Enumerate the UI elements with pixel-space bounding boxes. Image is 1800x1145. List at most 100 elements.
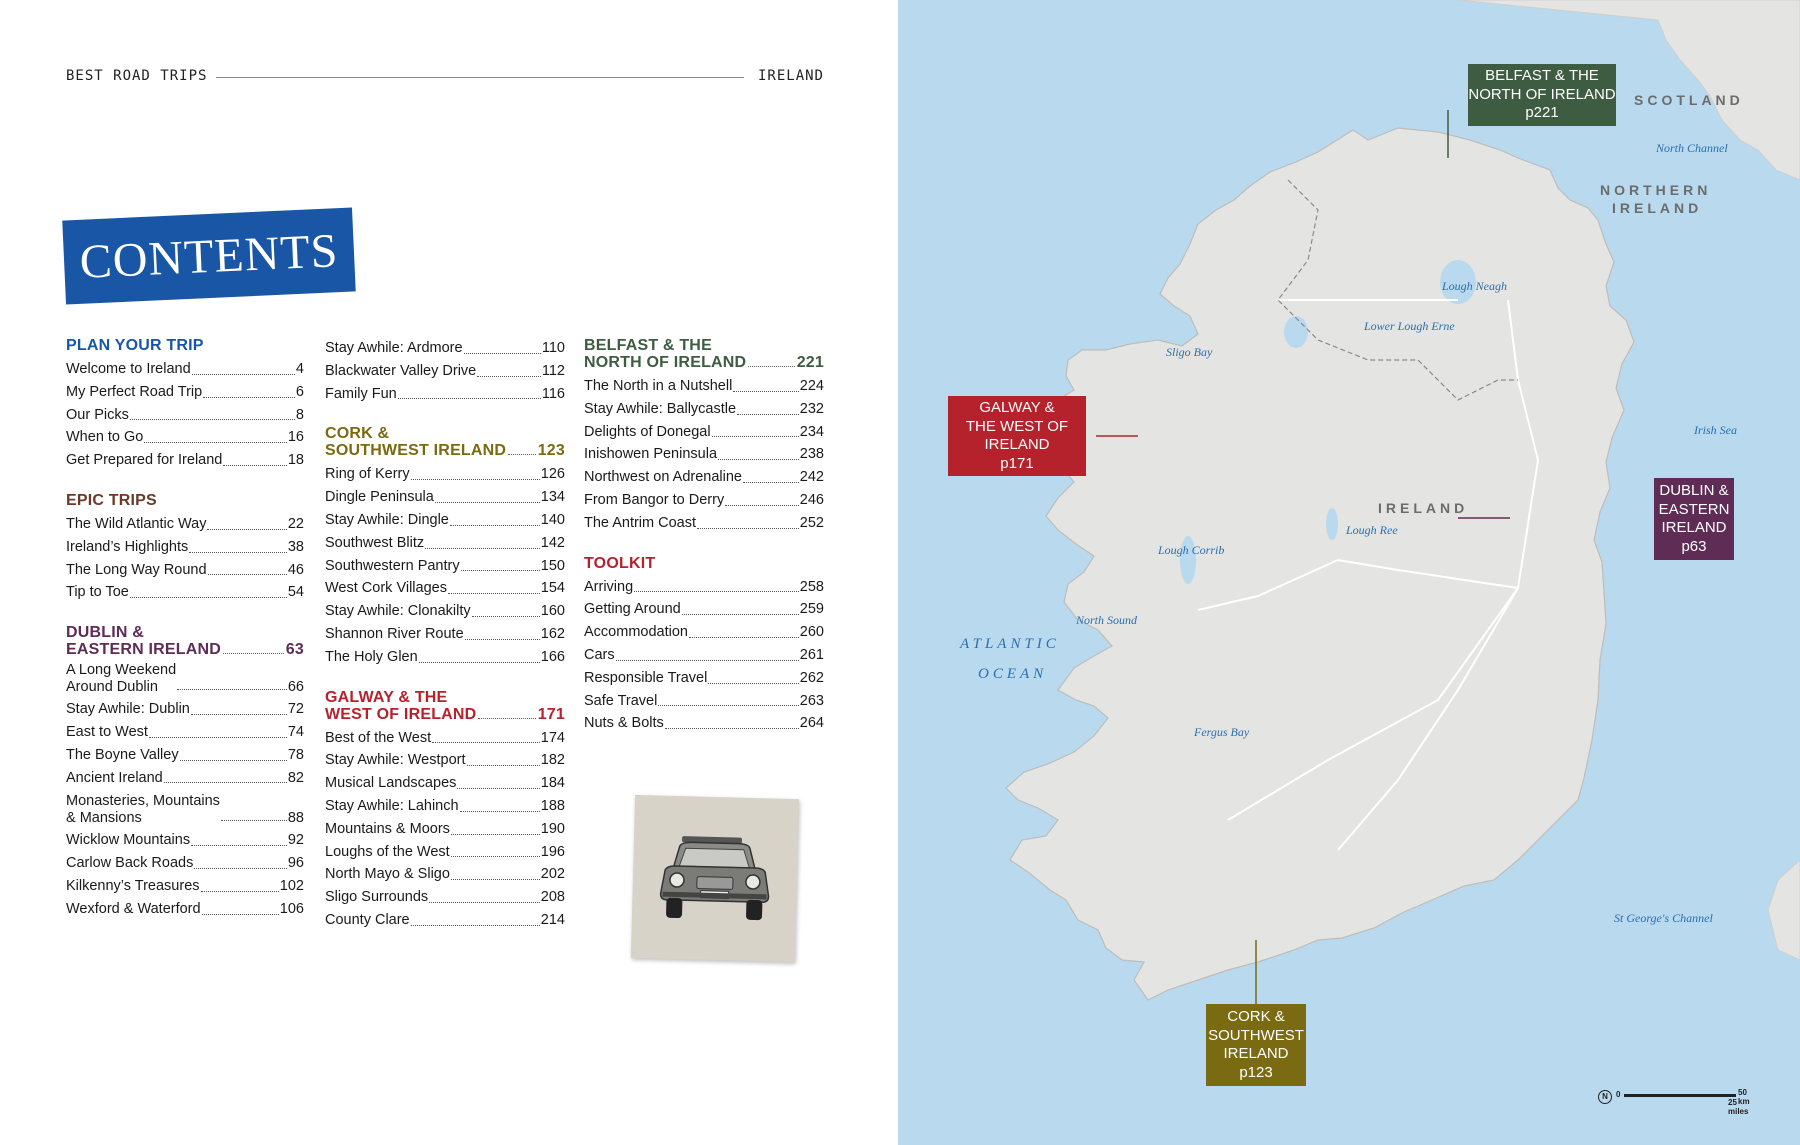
dot-leader bbox=[711, 436, 799, 438]
scale-zero: 0 bbox=[1616, 1090, 1621, 1099]
dot-leader bbox=[425, 547, 540, 549]
dot-leader bbox=[450, 856, 540, 858]
toc-entry[interactable]: Blackwater Valley Drive 112 bbox=[325, 360, 565, 383]
dot-leader bbox=[223, 464, 287, 466]
toc-entry[interactable]: Monasteries, Mountains & Mansions 88 bbox=[66, 793, 304, 827]
toc-entry-title: Wicklow Mountains bbox=[66, 832, 191, 849]
toc-entry[interactable]: Ring of Kerry 126 bbox=[325, 463, 565, 486]
dot-leader bbox=[681, 614, 799, 616]
toc-entry[interactable]: The Antrim Coast 252 bbox=[584, 512, 824, 535]
toc-page-number: 96 bbox=[287, 855, 304, 872]
toc-entry[interactable]: Southwestern Pantry 150 bbox=[325, 555, 565, 578]
toc-entry[interactable]: Cars 261 bbox=[584, 644, 824, 667]
toc-page-number: 126 bbox=[540, 466, 565, 483]
toc-entry-title: Shannon River Route bbox=[325, 625, 464, 642]
toc-entry[interactable]: Sligo Surrounds 208 bbox=[325, 886, 565, 909]
toc-entry[interactable]: Stay Awhile: Ballycastle 232 bbox=[584, 398, 824, 421]
toc-entry[interactable]: Carlow Back Roads 96 bbox=[66, 852, 304, 875]
label-ireland: IRELAND bbox=[1378, 500, 1469, 516]
toc-entry[interactable]: Wexford & Waterford 106 bbox=[66, 898, 304, 921]
section-page-number: 171 bbox=[537, 705, 565, 723]
toc-entry[interactable]: Wicklow Mountains 92 bbox=[66, 829, 304, 852]
toc-entry[interactable]: Accommodation 260 bbox=[584, 621, 824, 644]
toc-entry[interactable]: Mountains & Moors 190 bbox=[325, 818, 565, 841]
toc-entry[interactable]: Stay Awhile: Dublin 72 bbox=[66, 698, 304, 721]
toc-page-number: 78 bbox=[287, 746, 304, 763]
callout-belfast-text: BELFAST & THE NORTH OF IRELAND p221 bbox=[1468, 67, 1616, 122]
toc-page-number: 196 bbox=[540, 843, 565, 860]
toc-entry[interactable]: Responsible Travel 262 bbox=[584, 667, 824, 690]
toc-entry[interactable]: East to West 74 bbox=[66, 721, 304, 744]
water-lough-corrib: Lough Corrib bbox=[1158, 543, 1225, 557]
dot-leader bbox=[163, 782, 287, 784]
toc-entry[interactable]: Shannon River Route 162 bbox=[325, 623, 565, 646]
toc-page-number: 188 bbox=[540, 797, 565, 814]
dot-leader bbox=[459, 810, 540, 812]
toc-entry[interactable]: Welcome to Ireland 4 bbox=[66, 358, 304, 381]
toc-page-number: 82 bbox=[287, 769, 304, 786]
toc-entry[interactable]: Northwest on Adrenaline 242 bbox=[584, 466, 824, 489]
toc-entry[interactable]: When to Go 16 bbox=[66, 426, 304, 449]
toc-entry[interactable]: Safe Travel 263 bbox=[584, 690, 824, 713]
toc-entry[interactable]: North Mayo & Sligo 202 bbox=[325, 863, 565, 886]
toc-entry[interactable]: Family Fun 116 bbox=[325, 383, 565, 406]
toc-entry[interactable]: Best of the West 174 bbox=[325, 727, 565, 750]
dot-leader bbox=[748, 366, 795, 367]
toc-page-number: 116 bbox=[541, 385, 565, 402]
dot-leader bbox=[223, 653, 284, 655]
toc-page-number: 259 bbox=[799, 601, 824, 618]
toc-page-number: 263 bbox=[799, 692, 824, 709]
section-heading-text: BELFAST & THE NORTH OF IRELAND bbox=[584, 337, 747, 371]
toc-entry[interactable]: Arriving 258 bbox=[584, 576, 824, 599]
running-head: BEST ROAD TRIPS IRELAND bbox=[66, 68, 824, 88]
toc-entry[interactable]: My Perfect Road Trip 6 bbox=[66, 381, 304, 404]
dot-leader bbox=[189, 551, 287, 553]
toc-entry-title: A Long Weekend Around Dublin bbox=[66, 662, 177, 696]
toc-entry[interactable]: The Long Way Round 46 bbox=[66, 559, 304, 582]
toc-entry[interactable]: Inishowen Peninsula 238 bbox=[584, 443, 824, 466]
dot-leader bbox=[429, 901, 540, 903]
toc-entry-title: Stay Awhile: Clonakilty bbox=[325, 603, 471, 620]
toc-entry[interactable]: West Cork Villages 154 bbox=[325, 577, 565, 600]
toc-entry[interactable]: The Boyne Valley 78 bbox=[66, 744, 304, 767]
toc-entry[interactable]: Ancient Ireland 82 bbox=[66, 767, 304, 790]
toc-entry-title: Stay Awhile: Lahinch bbox=[325, 797, 459, 814]
toc-page-number: 182 bbox=[540, 752, 565, 769]
water-lough-neagh: Lough Neagh bbox=[1442, 279, 1508, 293]
toc-entry[interactable]: Nuts & Bolts 264 bbox=[584, 712, 824, 735]
toc-entry[interactable]: Delights of Donegal 234 bbox=[584, 421, 824, 444]
callout-cork-text: CORK & SOUTHWEST IRELAND p123 bbox=[1208, 1008, 1304, 1081]
toc-entry[interactable]: Stay Awhile: Clonakilty 160 bbox=[325, 600, 565, 623]
contents-page: BEST ROAD TRIPS IRELAND CONTENTS PLAN YO… bbox=[0, 0, 898, 1145]
toc-entry[interactable]: Our Picks 8 bbox=[66, 404, 304, 427]
toc-entry[interactable]: Get Prepared for Ireland 18 bbox=[66, 449, 304, 472]
toc-entry[interactable]: Getting Around 259 bbox=[584, 598, 824, 621]
toc-entry[interactable]: Loughs of the West 196 bbox=[325, 841, 565, 864]
toc-page-number: 112 bbox=[541, 362, 565, 379]
section-heading-text: GALWAY & THE WEST OF IRELAND bbox=[325, 688, 477, 723]
toc-entry[interactable]: Stay Awhile: Westport 182 bbox=[325, 749, 565, 772]
toc-entry[interactable]: Stay Awhile: Ardmore 110 bbox=[325, 337, 565, 360]
toc-entry[interactable]: Musical Landscapes 184 bbox=[325, 772, 565, 795]
toc-entry[interactable]: Dingle Peninsula 134 bbox=[325, 486, 565, 509]
toc-entry[interactable]: Stay Awhile: Lahinch 188 bbox=[325, 795, 565, 818]
dot-leader bbox=[463, 352, 541, 354]
toc-entry[interactable]: The Wild Atlantic Way 22 bbox=[66, 513, 304, 536]
dot-leader bbox=[450, 879, 540, 881]
toc-entry[interactable]: The North in a Nutshell 224 bbox=[584, 375, 824, 398]
toc-entry-title: Arriving bbox=[584, 578, 634, 595]
toc-entry[interactable]: County Clare 214 bbox=[325, 909, 565, 932]
toc-entry[interactable]: The Holy Glen 166 bbox=[325, 646, 565, 669]
toc-entry[interactable]: Ireland’s Highlights 38 bbox=[66, 536, 304, 559]
dot-leader bbox=[460, 570, 540, 572]
dot-leader bbox=[708, 682, 799, 684]
toc-entry[interactable]: Southwest Blitz 142 bbox=[325, 532, 565, 555]
toc-entry[interactable]: A Long Weekend Around Dublin 66 bbox=[66, 662, 304, 696]
toc-entry[interactable]: From Bangor to Derry 246 bbox=[584, 489, 824, 512]
toc-entry[interactable]: Tip to Toe 54 bbox=[66, 581, 304, 604]
dot-leader bbox=[179, 759, 287, 761]
toc-entry[interactable]: Kilkenny’s Treasures 102 bbox=[66, 875, 304, 898]
toc-entry[interactable]: Stay Awhile: Dingle 140 bbox=[325, 509, 565, 532]
toc-entry-title: Kilkenny’s Treasures bbox=[66, 877, 200, 894]
section-heading-text: PLAN YOUR TRIP bbox=[66, 337, 204, 354]
